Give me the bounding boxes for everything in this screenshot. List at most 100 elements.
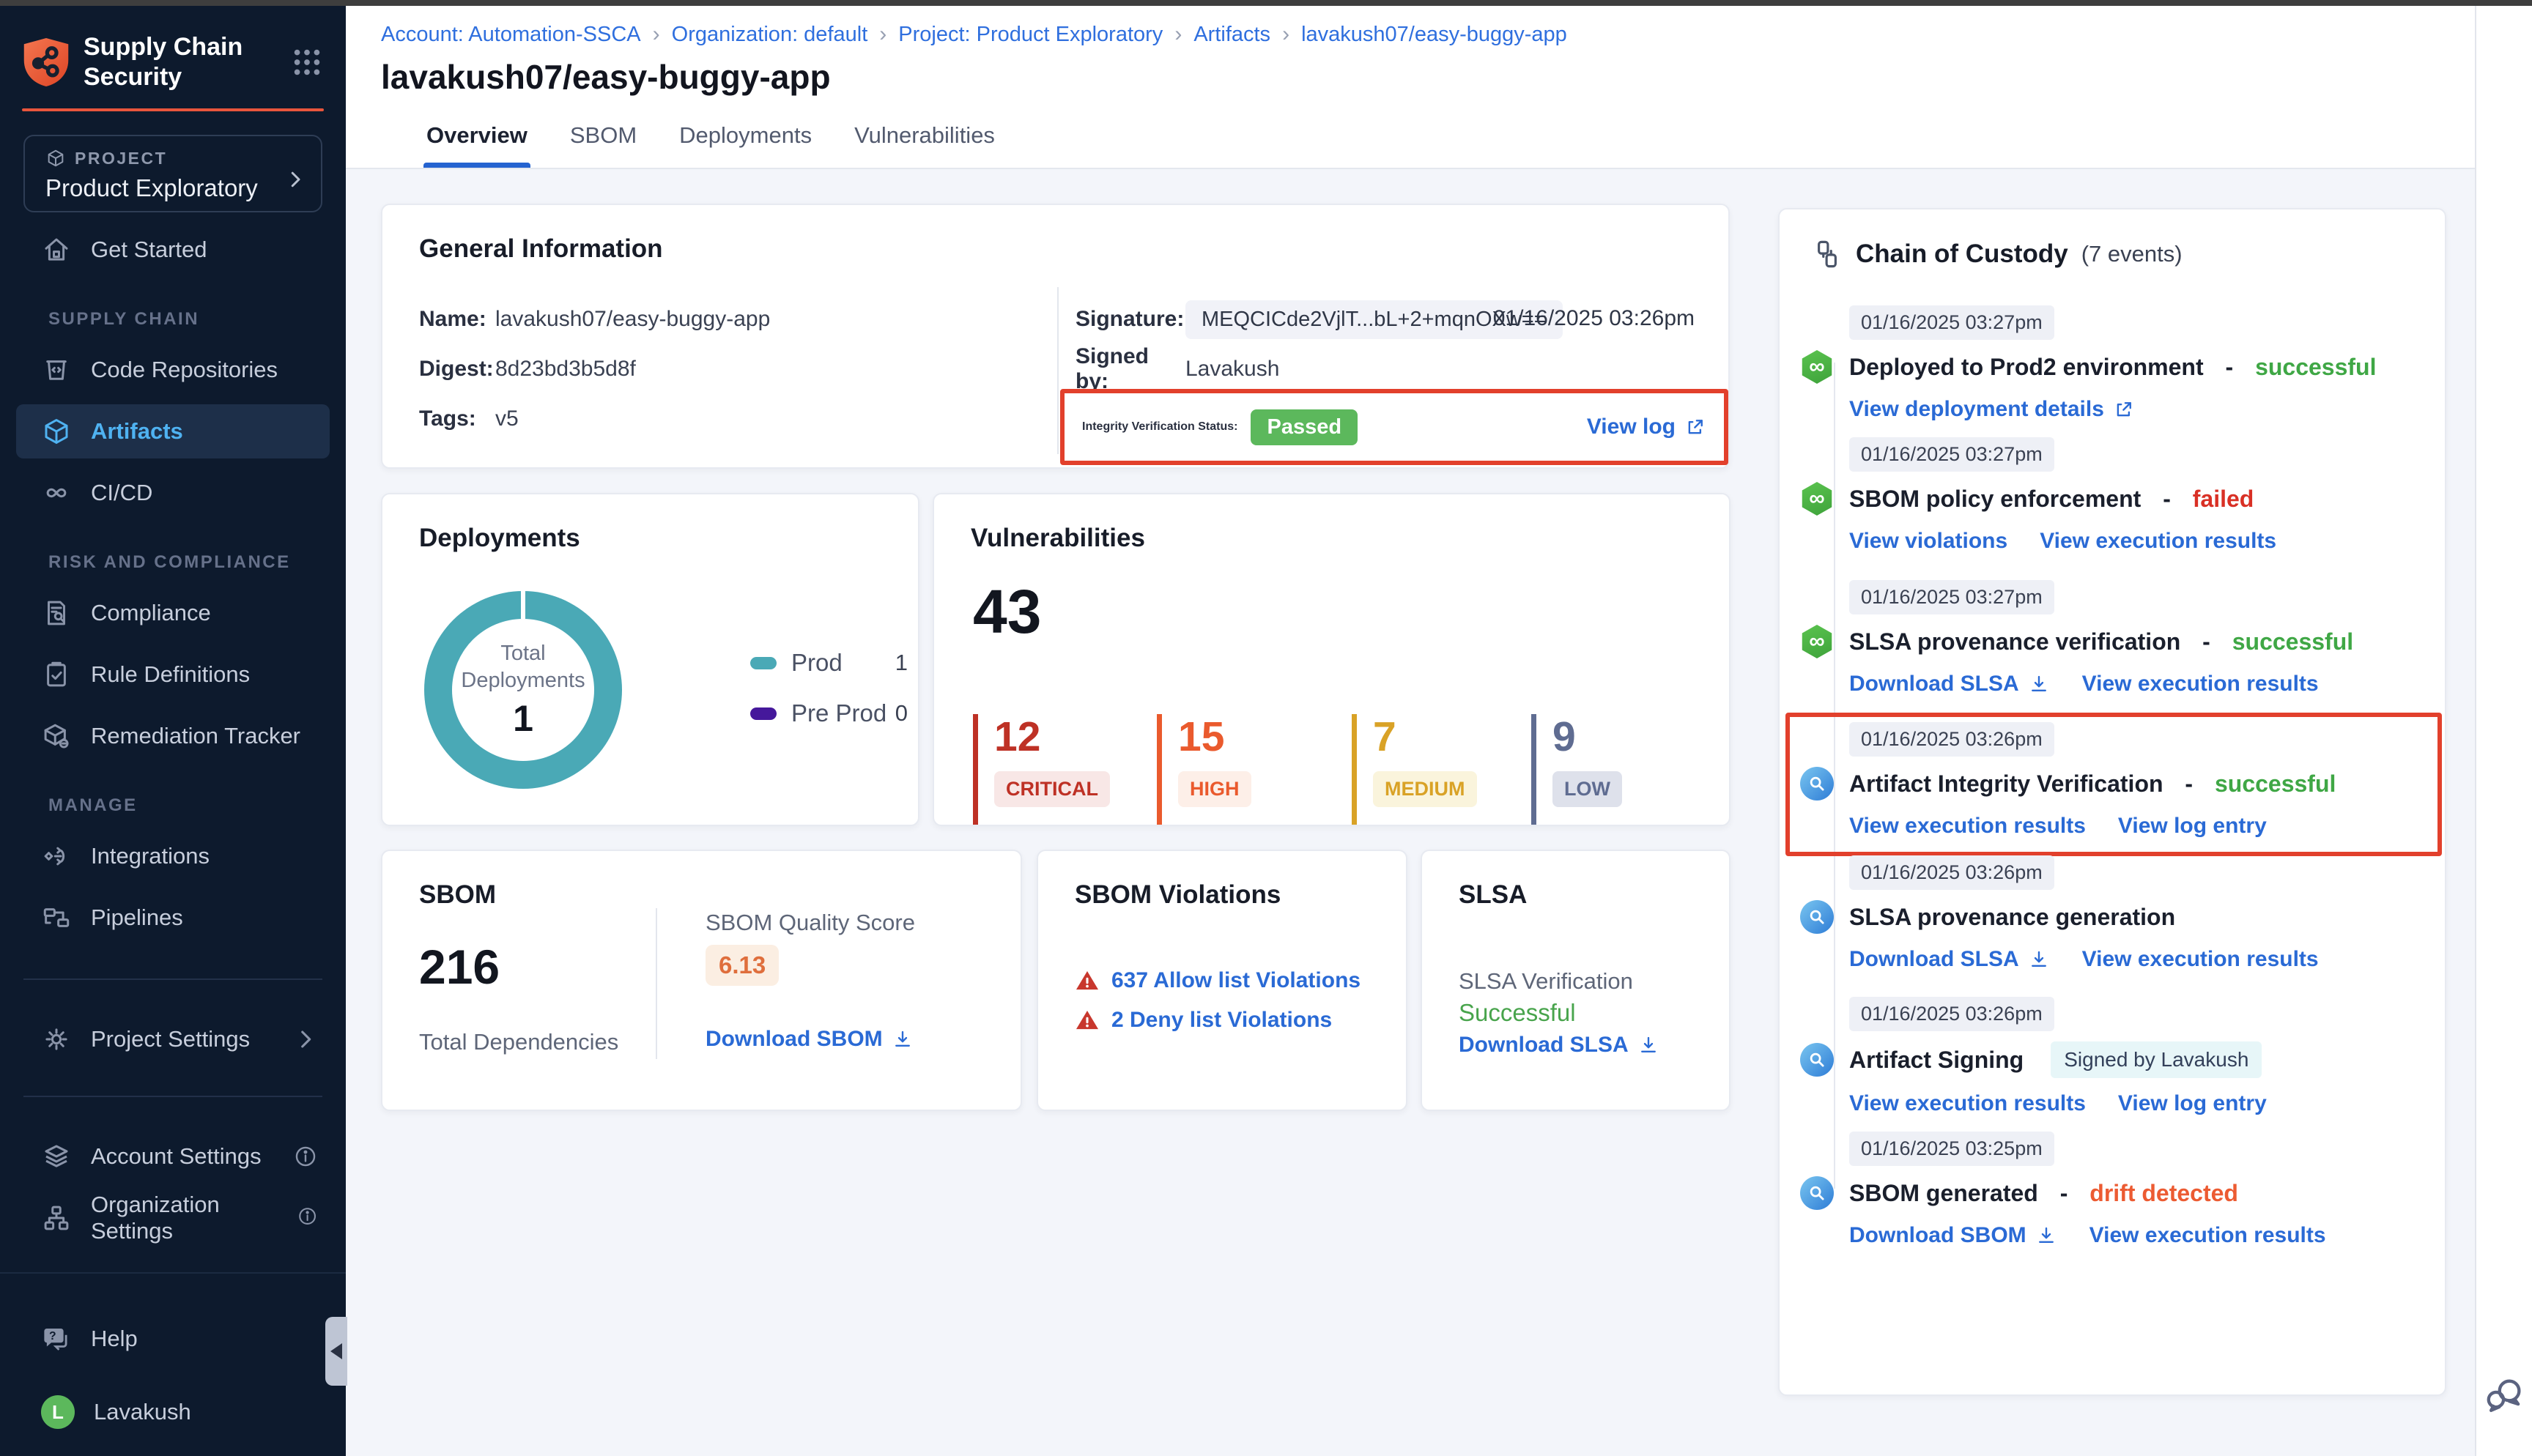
severity-badge: HIGH xyxy=(1178,771,1251,807)
sidebar-item-organization-settings[interactable]: Organization Settings xyxy=(16,1191,330,1245)
event-link-view-log-entry[interactable]: View log entry xyxy=(2118,814,2267,839)
sidebar-nav: Get Started SUPPLY CHAIN Code Repositories… xyxy=(0,212,346,945)
tags-label: Tags: xyxy=(419,406,495,431)
slsa-verification-status: Successful xyxy=(1459,999,1576,1027)
tab-vulnerabilities[interactable]: Vulnerabilities xyxy=(851,122,998,168)
violation-link[interactable]: 2 Deny list Violations xyxy=(1111,1008,1332,1033)
event-link-view-execution-results[interactable]: View execution results xyxy=(2082,947,2319,972)
sidebar-item-account-settings[interactable]: Account Settings xyxy=(16,1129,330,1184)
sidebar-item-label: Account Settings xyxy=(91,1143,262,1170)
integrity-highlight-box: Integrity Verification Status: Passed Vi… xyxy=(1060,389,1728,465)
scan-magnifier-icon xyxy=(1800,1043,1834,1077)
breadcrumb-link[interactable]: Project: Product Exploratory xyxy=(898,23,1163,47)
download-icon xyxy=(892,1028,914,1050)
breadcrumb-link[interactable]: Organization: default xyxy=(672,23,868,47)
sidebar-item-label: CI/CD xyxy=(91,480,152,506)
sidebar-item-label: Pipelines xyxy=(91,905,183,931)
sidebar-item-compliance[interactable]: Compliance xyxy=(16,586,330,640)
download-icon xyxy=(2028,673,2050,695)
view-log-link[interactable]: View log xyxy=(1587,415,1706,439)
tab-deployments[interactable]: Deployments xyxy=(676,122,815,168)
event-link-label: View violations xyxy=(1849,529,2007,554)
event-link-label: View execution results xyxy=(2040,529,2276,554)
breadcrumb-separator: › xyxy=(879,22,886,47)
digest-value: 8d23bd3b5d8f xyxy=(495,357,636,382)
event-link-download-slsa[interactable]: Download SLSA xyxy=(1849,672,2050,697)
org-chart-gear-icon xyxy=(41,1203,72,1233)
sidebar-collapse-handle[interactable] xyxy=(325,1317,347,1386)
event-timestamp: 01/16/2025 03:27pm xyxy=(1849,580,2054,614)
right-rail xyxy=(2475,6,2532,1456)
chain-event: 01/16/2025 03:27pm∞SBOM policy enforceme… xyxy=(1800,437,2418,554)
external-link-icon xyxy=(1684,416,1706,438)
sidebar-item-integrations[interactable]: Integrations xyxy=(16,829,330,883)
event-separator: - xyxy=(2179,770,2199,798)
legend-label: Pre Prod xyxy=(791,699,886,727)
breadcrumb-link[interactable]: Artifacts xyxy=(1193,23,1270,47)
event-separator: - xyxy=(2156,486,2177,513)
sidebar-item-get-started[interactable]: Get Started xyxy=(16,223,330,277)
event-link-view-deployment-details[interactable]: View deployment details xyxy=(1849,397,2135,422)
event-link-label: View execution results xyxy=(1849,814,2086,839)
sidebar-item-code-repositories[interactable]: Code Repositories xyxy=(16,343,330,397)
severity-badge: LOW xyxy=(1552,771,1622,807)
tab-bar: Overview SBOM Deployments Vulnerabilities xyxy=(423,122,998,168)
breadcrumb-separator: › xyxy=(653,22,660,47)
violation-row: 637 Allow list Violations xyxy=(1075,968,1361,993)
sidebar-item-help[interactable]: ? Help xyxy=(16,1312,330,1366)
download-slsa-link[interactable]: Download SLSA xyxy=(1459,1033,1659,1058)
event-title: Artifact Integrity Verification xyxy=(1849,770,2163,798)
slsa-verification-label: SLSA Verification xyxy=(1459,968,1633,995)
event-link-download-slsa[interactable]: Download SLSA xyxy=(1849,947,2050,972)
event-link-download-sbom[interactable]: Download SBOM xyxy=(1849,1223,2057,1248)
brand: Supply ChainSecurity xyxy=(0,6,346,92)
project-selector[interactable]: PROJECT Product Exploratory xyxy=(23,135,322,212)
sidebar-item-label: Integrations xyxy=(91,843,210,869)
tags-value: v5 xyxy=(495,406,519,431)
chevron-right-icon xyxy=(284,168,306,190)
event-link-view-execution-results[interactable]: View execution results xyxy=(2040,529,2276,554)
breadcrumb: Account: Automation-SSCA › Organization: d… xyxy=(381,22,1567,47)
info-icon[interactable] xyxy=(297,1206,318,1230)
brand-accent-rule xyxy=(22,108,324,111)
sidebar-item-remediation-tracker[interactable]: Remediation Tracker xyxy=(16,709,330,763)
sidebar-user[interactable]: L Lavakush xyxy=(16,1385,330,1439)
sidebar-section-header: MANAGE xyxy=(48,795,328,817)
sidebar-item-ci-cd[interactable]: CI/CD xyxy=(16,466,330,520)
sidebar-item-artifacts[interactable]: Artifacts xyxy=(16,404,330,458)
breadcrumb-link[interactable]: Account: Automation-SSCA xyxy=(381,23,641,47)
project-name: Product Exploratory xyxy=(45,174,284,202)
event-link-view-violations[interactable]: View violations xyxy=(1849,529,2007,554)
sidebar-item-project-settings[interactable]: Project Settings xyxy=(16,1012,330,1066)
event-link-label: View execution results xyxy=(1849,1091,2086,1116)
tab-overview[interactable]: Overview xyxy=(423,122,530,168)
sidebar-section-header: RISK AND COMPLIANCE xyxy=(48,552,328,574)
sidebar-item-pipelines[interactable]: Pipelines xyxy=(16,891,330,945)
sidebar-item-rule-definitions[interactable]: Rule Definitions xyxy=(16,647,330,702)
event-timestamp: 01/16/2025 03:27pm xyxy=(1849,305,2054,340)
breadcrumb-link[interactable]: lavakush07/easy-buggy-app xyxy=(1301,23,1567,47)
project-eyebrow: PROJECT xyxy=(75,149,167,168)
event-link-label: View execution results xyxy=(2089,1223,2326,1248)
info-icon[interactable] xyxy=(293,1144,318,1169)
event-link-view-log-entry[interactable]: View log entry xyxy=(2118,1091,2267,1116)
app-grid-icon[interactable] xyxy=(290,45,324,79)
event-link-view-execution-results[interactable]: View execution results xyxy=(1849,814,2086,839)
svg-text:?: ? xyxy=(49,1330,56,1342)
donut-total-value: 1 xyxy=(513,697,533,740)
integrations-icon xyxy=(41,841,72,872)
event-title: SBOM policy enforcement xyxy=(1849,486,2141,513)
chat-support-icon[interactable] xyxy=(2484,1374,2526,1416)
event-title: SLSA provenance verification xyxy=(1849,628,2180,655)
integrity-status-badge: Passed xyxy=(1251,409,1358,445)
violation-link[interactable]: 637 Allow list Violations xyxy=(1111,968,1361,993)
deployments-legend: Prod1Pre Prod0 xyxy=(750,645,908,746)
download-sbom-link[interactable]: Download SBOM xyxy=(706,1027,914,1052)
sidebar-section-header: SUPPLY CHAIN xyxy=(48,309,328,331)
document-search-icon xyxy=(41,598,72,628)
event-link-view-execution-results[interactable]: View execution results xyxy=(1849,1091,2086,1116)
tab-sbom[interactable]: SBOM xyxy=(567,122,640,168)
event-link-view-execution-results[interactable]: View execution results xyxy=(2082,672,2319,697)
sbom-quality-label: SBOM Quality Score xyxy=(706,910,915,936)
event-link-view-execution-results[interactable]: View execution results xyxy=(2089,1223,2326,1248)
